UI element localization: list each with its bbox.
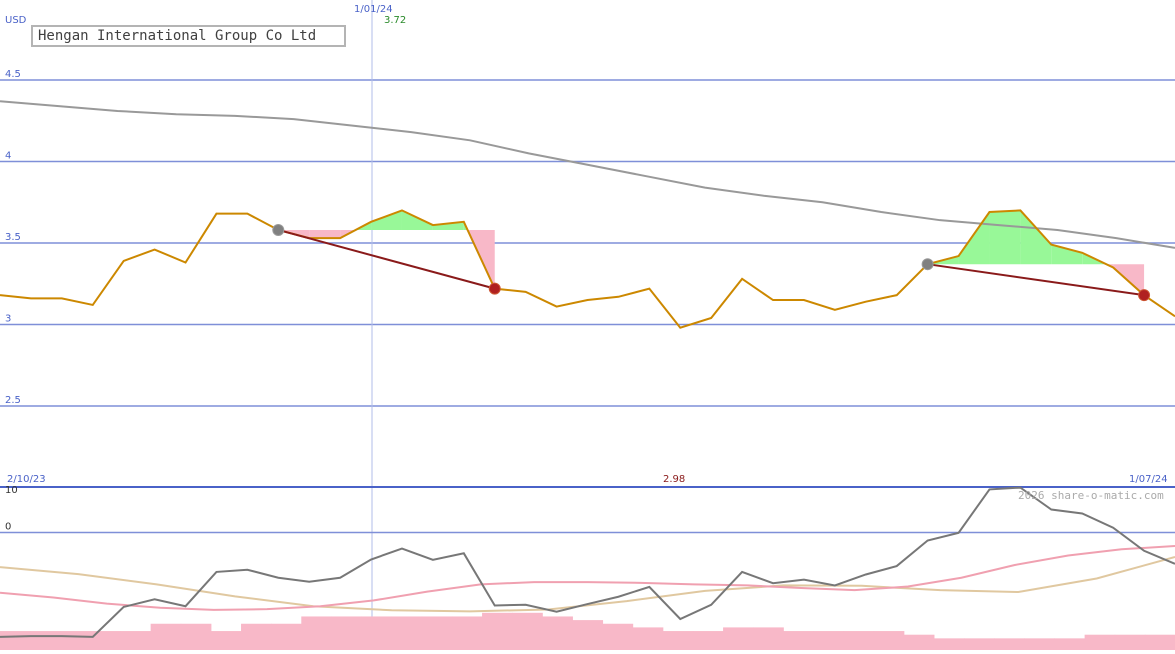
osc-histogram-bar — [180, 623, 212, 650]
profit-shade — [1051, 244, 1083, 265]
osc-histogram-bar — [813, 631, 845, 650]
y-tick-label: 4.5 — [5, 69, 21, 80]
osc-histogram-bar — [1024, 638, 1055, 650]
osc-histogram-bar — [482, 612, 513, 650]
osc-histogram-bar — [301, 616, 332, 650]
y-tick-label: 3 — [5, 314, 11, 325]
trade-segment-line — [927, 263, 1145, 297]
osc-histogram-bar — [512, 612, 543, 650]
osc-histogram-bar — [542, 616, 573, 650]
osc-histogram-bar — [1144, 634, 1175, 650]
osc-histogram-bar — [1054, 638, 1086, 650]
osc-histogram-bar — [994, 638, 1025, 650]
osc-histogram-bar — [753, 627, 784, 650]
osc-histogram-bar — [843, 631, 875, 650]
osc-histogram-bar — [602, 623, 634, 650]
osc-histogram-bar — [361, 616, 393, 650]
osc-histogram-bar — [271, 623, 302, 650]
loss-shade — [309, 229, 341, 239]
y-tick-label: 3.5 — [5, 232, 21, 243]
osc-histogram-bar — [421, 616, 453, 650]
trade-segment-line — [278, 228, 495, 290]
chart-stage: 4.543.532.5100-30 Hengan International G… — [0, 0, 1175, 650]
osc-histogram-bar — [783, 631, 814, 650]
chart-canvas: 4.543.532.5100-30 — [0, 0, 1175, 650]
osc-line-2 — [0, 486, 1175, 638]
marker-value-label: 3.72 — [384, 15, 407, 26]
osc-histogram-bar — [662, 631, 694, 650]
osc-histogram-bar — [964, 638, 995, 650]
trade-exit-point — [488, 282, 501, 295]
osc-histogram-bar — [1114, 634, 1146, 650]
osc-histogram-bar — [150, 623, 182, 650]
y-tick-label: 4 — [5, 151, 11, 162]
chart-title: Hengan International Group Co Ltd — [31, 25, 346, 47]
start-date-label: 2/10/23 — [7, 474, 46, 485]
osc-histogram-bar — [933, 638, 965, 650]
osc-histogram-bar — [451, 616, 483, 650]
trade-entry-point — [272, 223, 285, 236]
osc-histogram-bar — [30, 631, 61, 650]
low-value-label: 2.98 — [663, 474, 686, 485]
osc-tick-label: 10 — [5, 485, 18, 496]
osc-histogram-bar — [572, 620, 604, 650]
moving-average-line — [0, 100, 1175, 249]
y-tick-label: 2.5 — [5, 395, 21, 406]
trade-entry-point — [921, 258, 934, 271]
profit-shade — [989, 210, 1021, 265]
credit-text: 2026 share-o-matic.com — [1018, 489, 1164, 502]
osc-histogram-bar — [692, 631, 724, 650]
osc-histogram-bar — [873, 631, 905, 650]
osc-histogram-bar — [241, 623, 272, 650]
osc-histogram-bar — [903, 634, 935, 650]
osc-line-1 — [0, 545, 1175, 611]
end-date-label: 1/07/24 — [1129, 474, 1168, 485]
osc-histogram-bar — [723, 627, 754, 650]
osc-histogram-bar — [391, 616, 423, 650]
profit-shade — [1020, 210, 1052, 265]
osc-histogram-bar — [120, 631, 152, 650]
osc-tick-label: 0 — [5, 522, 11, 533]
osc-histogram-bar — [1084, 634, 1116, 650]
osc-histogram-bar — [210, 631, 242, 650]
y-axis-unit-label: USD — [5, 15, 27, 26]
trade-exit-point — [1138, 289, 1151, 302]
osc-histogram-bar — [0, 631, 31, 650]
osc-histogram-bar — [60, 631, 91, 650]
osc-histogram-bar — [331, 616, 363, 650]
osc-histogram-bar — [632, 627, 664, 650]
